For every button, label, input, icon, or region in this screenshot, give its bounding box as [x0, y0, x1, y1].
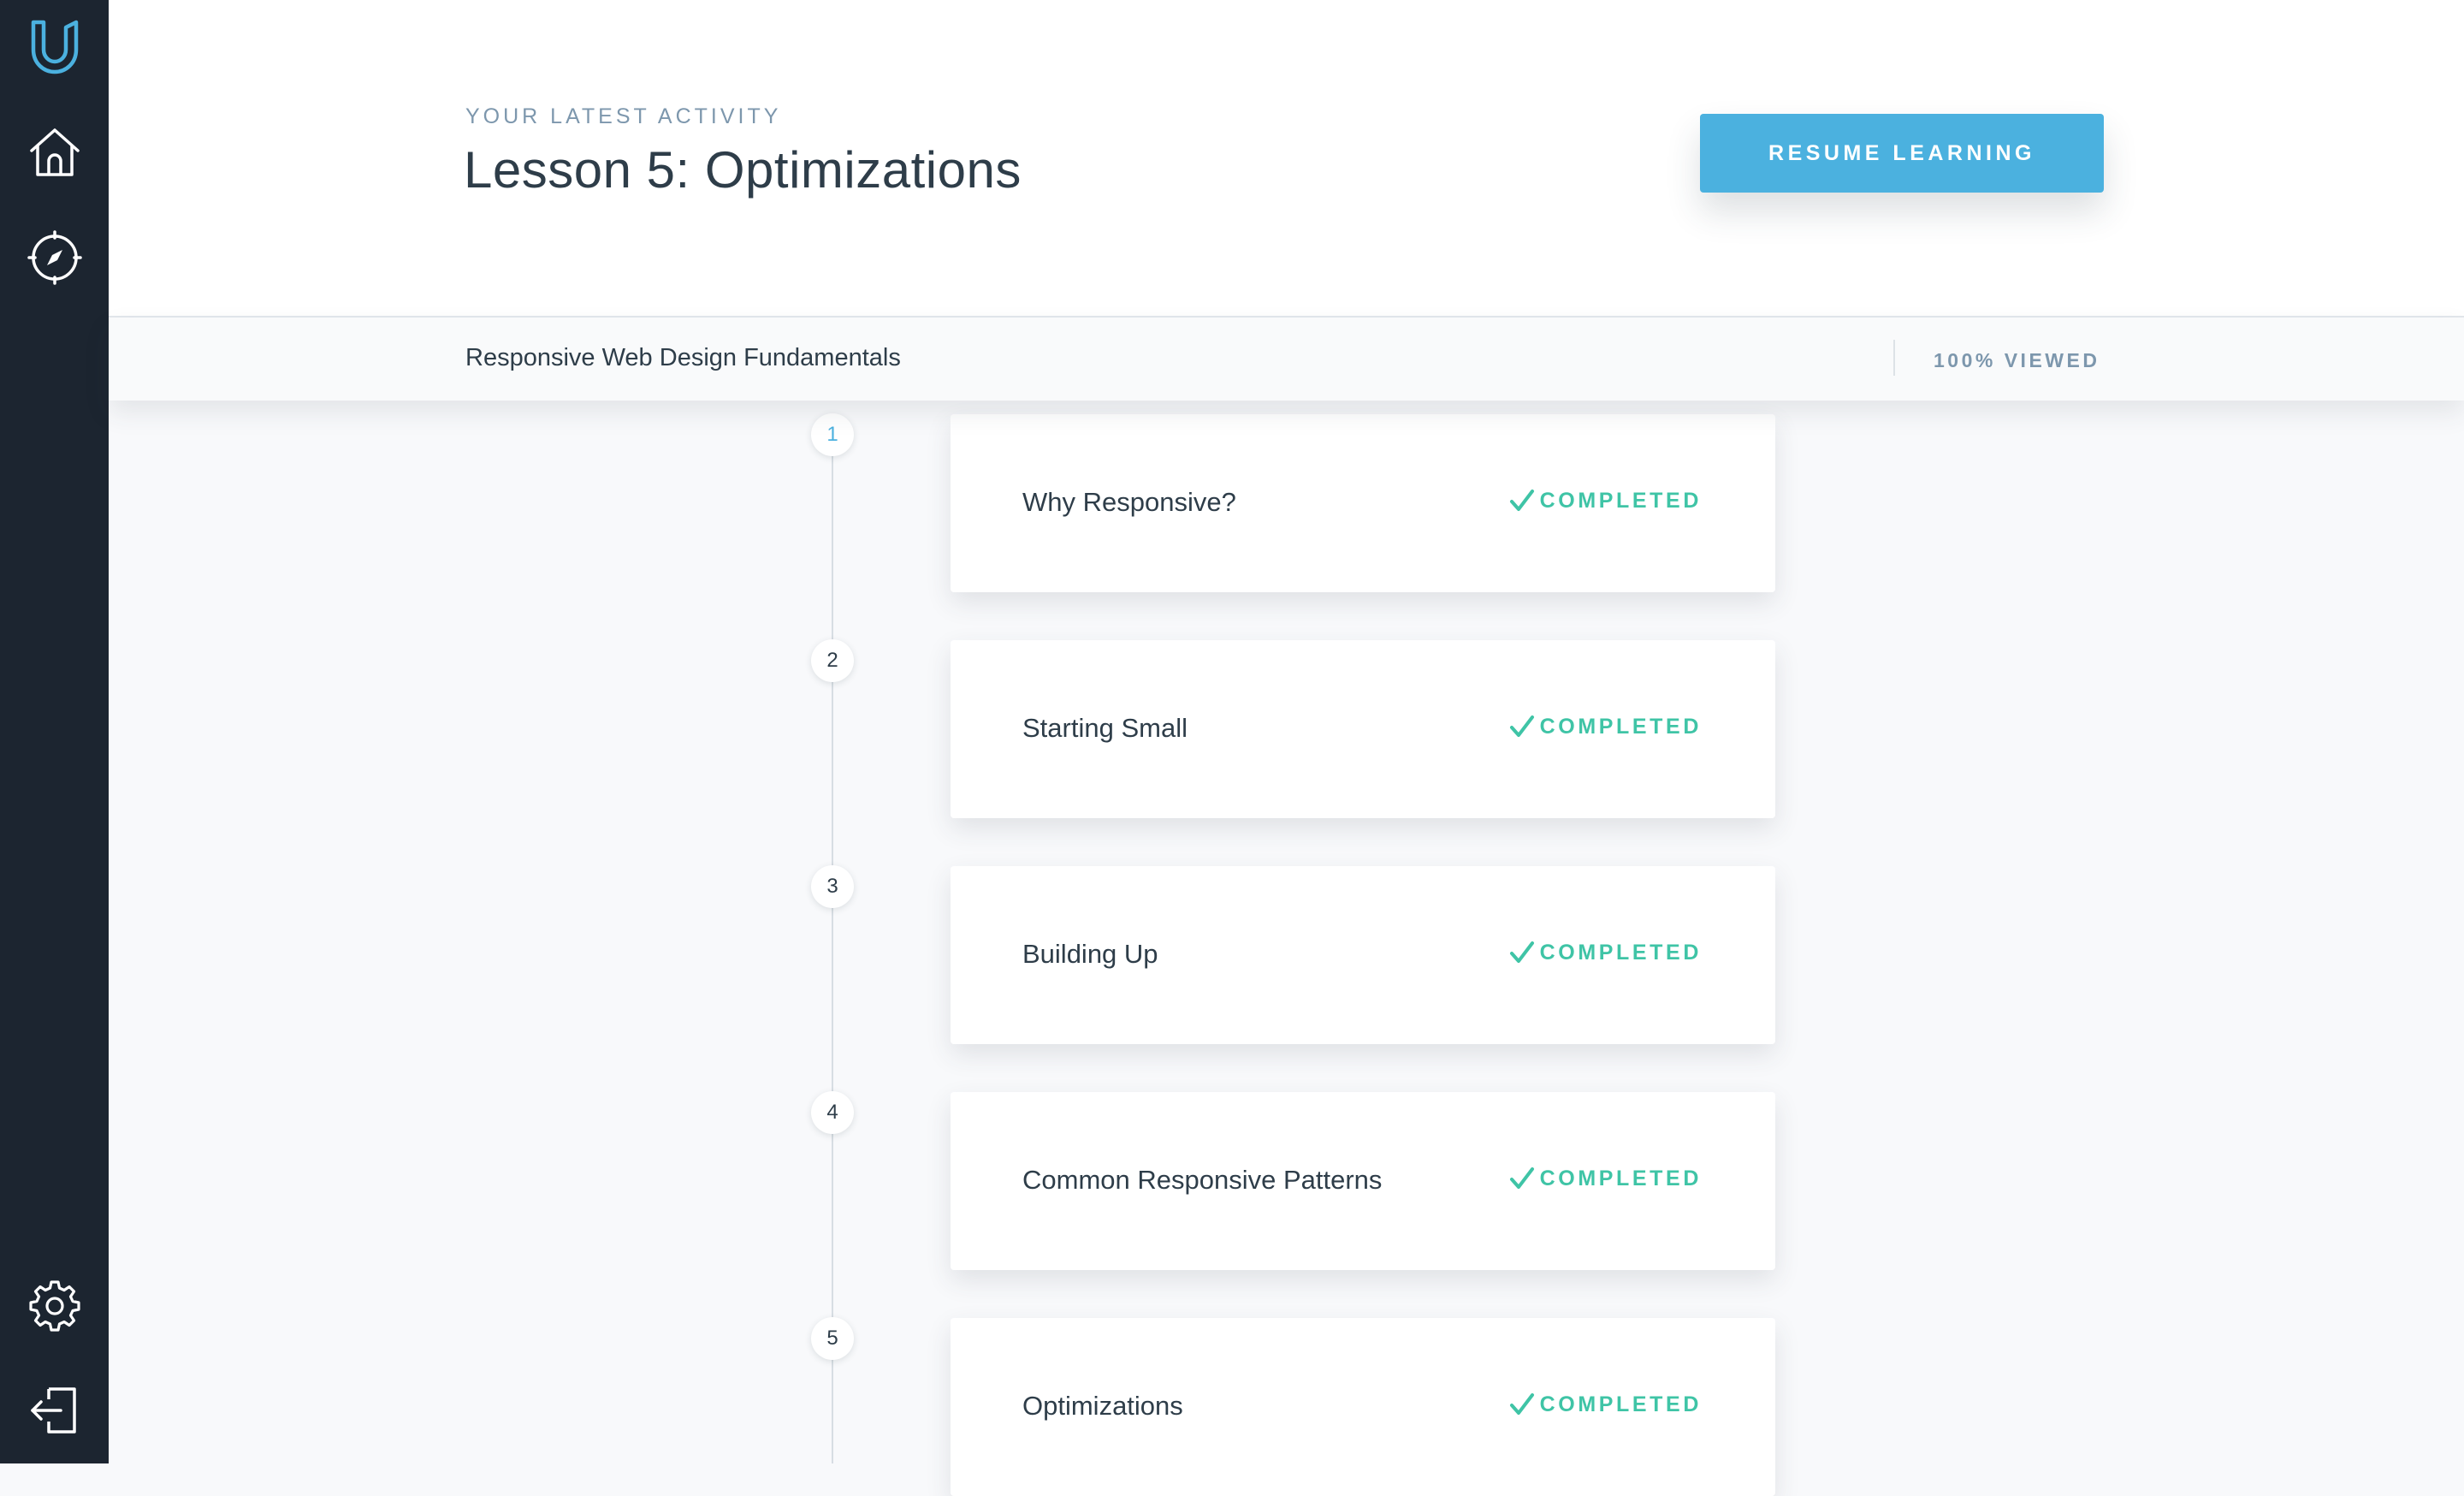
lesson-card[interactable]: Why Responsive? COMPLETED: [951, 414, 1775, 592]
status-text: COMPLETED: [1539, 714, 1702, 739]
udacity-logo-icon[interactable]: [0, 0, 109, 94]
page-title: Lesson 5: Optimizations: [464, 141, 1022, 199]
status-badge: COMPLETED: [1509, 1392, 1702, 1417]
status-badge: COMPLETED: [1509, 1166, 1702, 1191]
lesson-card[interactable]: Common Responsive Patterns COMPLETED: [951, 1092, 1775, 1270]
home-icon[interactable]: [0, 105, 109, 199]
lesson-title: Optimizations: [1022, 1391, 1183, 1421]
status-text: COMPLETED: [1539, 488, 1702, 513]
status-badge: COMPLETED: [1509, 940, 1702, 965]
timeline-line: [832, 435, 833, 1463]
checkmark-icon: [1509, 1167, 1534, 1189]
checkmark-icon: [1509, 1393, 1534, 1415]
status-text: COMPLETED: [1539, 1166, 1702, 1190]
lesson-title: Building Up: [1022, 939, 1158, 969]
checkmark-icon: [1509, 490, 1534, 511]
status-badge: COMPLETED: [1509, 714, 1702, 739]
status-text: COMPLETED: [1539, 1392, 1702, 1416]
lesson-number-badge: 4: [811, 1091, 854, 1134]
lesson-card[interactable]: Starting Small COMPLETED: [951, 640, 1775, 818]
lesson-number-badge: 1: [811, 413, 854, 456]
latest-activity-label: YOUR LATEST ACTIVITY: [465, 104, 782, 128]
lesson-number-badge: 2: [811, 639, 854, 682]
sidebar: [0, 0, 109, 1463]
gear-icon[interactable]: [0, 1258, 109, 1352]
compass-icon[interactable]: [0, 211, 109, 305]
lesson-card[interactable]: Optimizations COMPLETED: [951, 1318, 1775, 1496]
checkmark-icon: [1509, 715, 1534, 737]
status-text: COMPLETED: [1539, 940, 1702, 965]
lesson-number-badge: 3: [811, 865, 854, 908]
lesson-card[interactable]: Building Up COMPLETED: [951, 866, 1775, 1044]
latest-activity-header: YOUR LATEST ACTIVITY Lesson 5: Optimizat…: [109, 0, 2464, 318]
logout-icon[interactable]: [0, 1363, 109, 1457]
status-badge: COMPLETED: [1509, 488, 1702, 514]
progress-label: 100% VIEWED: [1934, 349, 2100, 371]
checkmark-icon: [1509, 941, 1534, 963]
lesson-number-badge: 5: [811, 1317, 854, 1360]
course-name: Responsive Web Design Fundamentals: [465, 344, 901, 371]
divider: [1893, 340, 1895, 376]
lesson-title: Common Responsive Patterns: [1022, 1165, 1383, 1195]
lesson-title: Starting Small: [1022, 713, 1188, 743]
course-progress-bar: Responsive Web Design Fundamentals 100% …: [109, 318, 2464, 401]
lesson-title: Why Responsive?: [1022, 487, 1236, 517]
resume-learning-button[interactable]: RESUME LEARNING: [1700, 114, 2104, 193]
